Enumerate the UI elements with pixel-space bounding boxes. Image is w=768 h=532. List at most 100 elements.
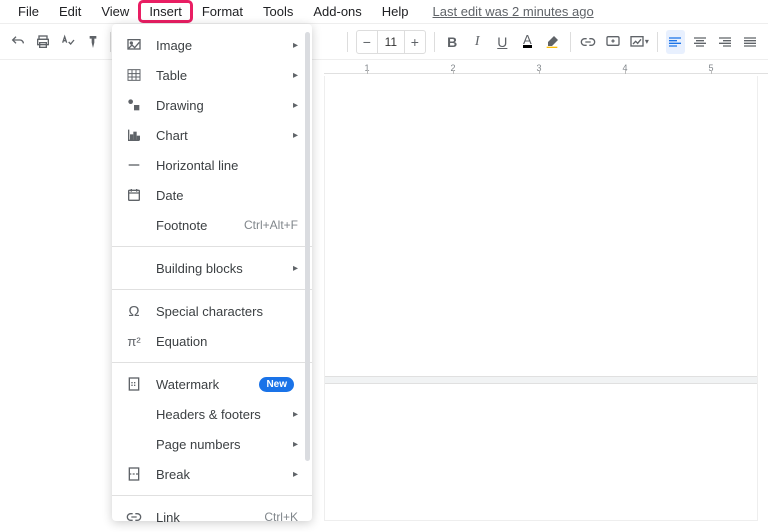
font-size-increase[interactable]: + bbox=[405, 31, 425, 53]
menubar: File Edit View Insert Format Tools Add-o… bbox=[0, 0, 768, 24]
toolbar-separator bbox=[347, 32, 348, 52]
watermark-icon bbox=[124, 374, 144, 394]
date-icon bbox=[124, 185, 144, 205]
menu-scrollbar[interactable] bbox=[305, 32, 310, 461]
menu-separator bbox=[112, 362, 312, 363]
menu-format[interactable]: Format bbox=[192, 1, 253, 22]
italic-button[interactable]: I bbox=[468, 30, 487, 54]
menu-item-label: Headers & footers bbox=[156, 407, 293, 422]
menu-item-label: Table bbox=[156, 68, 293, 83]
menu-item-label: Page numbers bbox=[156, 437, 293, 452]
text-color-button[interactable]: A bbox=[518, 30, 537, 54]
menu-item-equation[interactable]: π² Equation bbox=[112, 326, 312, 356]
menu-item-drawing[interactable]: Drawing▸ bbox=[112, 90, 312, 120]
menu-item-date[interactable]: Date bbox=[112, 180, 312, 210]
menu-item-link[interactable]: LinkCtrl+K bbox=[112, 502, 312, 532]
align-center-button[interactable] bbox=[691, 30, 710, 54]
submenu-arrow-icon: ▸ bbox=[293, 409, 298, 420]
ruler-tick: 3 bbox=[496, 63, 582, 73]
omega-icon: Ω bbox=[124, 301, 144, 321]
toolbar-separator bbox=[110, 32, 111, 52]
toolbar-separator bbox=[570, 32, 571, 52]
new-badge: New bbox=[259, 377, 294, 392]
submenu-arrow-icon: ▸ bbox=[293, 469, 298, 480]
ruler-tick: 6 bbox=[754, 63, 768, 73]
menu-item-watermark[interactable]: WatermarkNew bbox=[112, 369, 312, 399]
menu-shortcut: Ctrl+Alt+F bbox=[244, 218, 298, 232]
pi-icon: π² bbox=[124, 331, 144, 351]
table-icon bbox=[124, 65, 144, 85]
break-icon bbox=[124, 464, 144, 484]
menu-item-label: Horizontal line bbox=[156, 158, 298, 173]
insert-image-button[interactable]: ▾ bbox=[629, 30, 649, 54]
menu-help[interactable]: Help bbox=[372, 1, 419, 22]
document-canvas[interactable] bbox=[324, 76, 758, 521]
menu-item-label: Link bbox=[156, 510, 264, 525]
menu-item-label: Special characters bbox=[156, 304, 298, 319]
page-gap bbox=[325, 376, 757, 384]
underline-button[interactable]: U bbox=[493, 30, 512, 54]
ruler: 123456 bbox=[324, 60, 768, 74]
menu-item-label: Equation bbox=[156, 334, 298, 349]
ruler-tick: 1 bbox=[324, 63, 410, 73]
hr-icon bbox=[124, 155, 144, 175]
align-right-button[interactable] bbox=[716, 30, 735, 54]
font-size-stepper[interactable]: − 11 + bbox=[356, 30, 426, 54]
menu-item-label: Drawing bbox=[156, 98, 293, 113]
menu-item-break[interactable]: Break▸ bbox=[112, 459, 312, 489]
menu-separator bbox=[112, 289, 312, 290]
menu-shortcut: Ctrl+K bbox=[264, 510, 298, 524]
menu-tools[interactable]: Tools bbox=[253, 1, 303, 22]
menu-item-chart[interactable]: Chart▸ bbox=[112, 120, 312, 150]
menu-item-label: Chart bbox=[156, 128, 293, 143]
insert-menu-dropdown: Image▸Table▸Drawing▸Chart▸Horizontal lin… bbox=[112, 24, 312, 521]
chart-icon bbox=[124, 125, 144, 145]
spellcheck-button[interactable] bbox=[58, 30, 77, 54]
menu-insert[interactable]: Insert bbox=[139, 1, 192, 22]
drawing-icon bbox=[124, 95, 144, 115]
image-icon bbox=[124, 35, 144, 55]
menu-item-building-blocks[interactable]: Building blocks▸ bbox=[112, 253, 312, 283]
toolbar-separator bbox=[657, 32, 658, 52]
menu-item-label: Image bbox=[156, 38, 293, 53]
ruler-tick: 5 bbox=[668, 63, 754, 73]
toolbar-separator bbox=[434, 32, 435, 52]
menu-item-headers-footers[interactable]: Headers & footers▸ bbox=[112, 399, 312, 429]
menu-item-label: Watermark bbox=[156, 377, 259, 392]
submenu-arrow-icon: ▸ bbox=[293, 70, 298, 81]
font-size-value[interactable]: 11 bbox=[377, 31, 405, 53]
paint-format-button[interactable] bbox=[83, 30, 102, 54]
menu-item-table[interactable]: Table▸ bbox=[112, 60, 312, 90]
submenu-arrow-icon: ▸ bbox=[293, 130, 298, 141]
ruler-tick: 2 bbox=[410, 63, 496, 73]
align-justify-button[interactable] bbox=[741, 30, 760, 54]
align-left-button[interactable] bbox=[666, 30, 685, 54]
undo-button[interactable] bbox=[8, 30, 27, 54]
print-button[interactable] bbox=[33, 30, 52, 54]
font-size-decrease[interactable]: − bbox=[357, 31, 377, 53]
link-icon bbox=[124, 507, 144, 527]
highlight-button[interactable] bbox=[543, 30, 562, 54]
menu-view[interactable]: View bbox=[91, 1, 139, 22]
submenu-arrow-icon: ▸ bbox=[293, 263, 298, 274]
menu-item-special-characters[interactable]: Ω Special characters bbox=[112, 296, 312, 326]
menu-item-label: Building blocks bbox=[156, 261, 293, 276]
menu-item-page-numbers[interactable]: Page numbers▸ bbox=[112, 429, 312, 459]
menu-item-label: Footnote bbox=[156, 218, 244, 233]
add-comment-button[interactable] bbox=[604, 30, 623, 54]
menu-item-label: Break bbox=[156, 467, 293, 482]
submenu-arrow-icon: ▸ bbox=[293, 40, 298, 51]
bold-button[interactable]: B bbox=[443, 30, 462, 54]
ruler-tick: 4 bbox=[582, 63, 668, 73]
menu-edit[interactable]: Edit bbox=[49, 1, 91, 22]
menu-addons[interactable]: Add-ons bbox=[303, 1, 371, 22]
menu-file[interactable]: File bbox=[8, 1, 49, 22]
menu-item-label: Date bbox=[156, 188, 298, 203]
menu-item-footnote[interactable]: FootnoteCtrl+Alt+F bbox=[112, 210, 312, 240]
insert-link-button[interactable] bbox=[579, 30, 598, 54]
last-edit-link[interactable]: Last edit was 2 minutes ago bbox=[433, 4, 594, 19]
menu-separator bbox=[112, 246, 312, 247]
menu-item-horizontal-line[interactable]: Horizontal line bbox=[112, 150, 312, 180]
menu-item-image[interactable]: Image▸ bbox=[112, 30, 312, 60]
submenu-arrow-icon: ▸ bbox=[293, 439, 298, 450]
